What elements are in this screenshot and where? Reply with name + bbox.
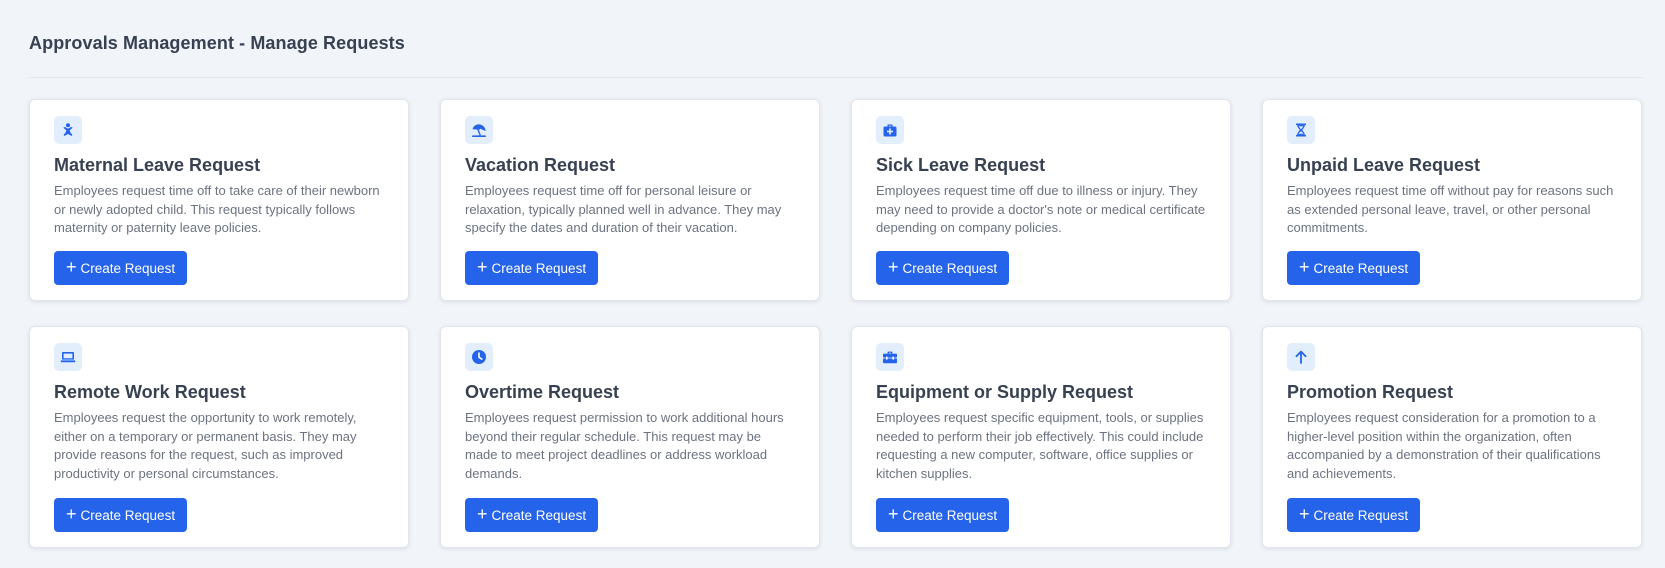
baby-icon bbox=[54, 116, 82, 144]
card-description: Employees request consideration for a pr… bbox=[1287, 410, 1601, 481]
button-label: Create Request bbox=[80, 507, 176, 523]
request-card-maternal-leave: Maternal Leave Request Employees request… bbox=[29, 99, 409, 301]
button-label: Create Request bbox=[902, 507, 998, 523]
card-title: Promotion Request bbox=[1287, 382, 1454, 402]
approvals-page: Approvals Management - Manage Requests M… bbox=[0, 0, 1665, 548]
card-title: Sick Leave Request bbox=[876, 155, 1046, 175]
hourglass-icon bbox=[1287, 116, 1315, 144]
create-request-button-overtime[interactable]: + Create Request bbox=[465, 498, 599, 532]
card-title: Unpaid Leave Request bbox=[1287, 155, 1481, 175]
plus-icon: + bbox=[1299, 504, 1310, 524]
plus-icon: + bbox=[1299, 257, 1310, 277]
card-description: Employees request the opportunity to wor… bbox=[54, 410, 357, 481]
plus-icon: + bbox=[888, 504, 899, 524]
request-card-equipment-supply: Equipment or Supply Request Employees re… bbox=[851, 326, 1231, 548]
create-request-button-remote-work[interactable]: + Create Request bbox=[54, 498, 188, 532]
laptop-icon bbox=[54, 343, 82, 371]
plus-icon: + bbox=[66, 257, 77, 277]
request-card-vacation: Vacation Request Employees request time … bbox=[440, 99, 820, 301]
request-card-unpaid-leave: Unpaid Leave Request Employees request t… bbox=[1262, 99, 1642, 301]
card-title: Vacation Request bbox=[465, 155, 616, 175]
page-title: Approvals Management - Manage Requests bbox=[29, 33, 405, 53]
create-request-button-equipment-supply[interactable]: + Create Request bbox=[876, 498, 1010, 532]
card-description: Employees request specific equipment, to… bbox=[876, 410, 1204, 481]
card-title: Remote Work Request bbox=[54, 382, 246, 402]
plus-icon: + bbox=[477, 504, 488, 524]
card-title: Maternal Leave Request bbox=[54, 155, 261, 175]
button-label: Create Request bbox=[1313, 260, 1409, 276]
button-label: Create Request bbox=[1313, 507, 1409, 523]
card-description: Employees request time off without pay f… bbox=[1287, 183, 1614, 235]
button-label: Create Request bbox=[902, 260, 998, 276]
button-label: Create Request bbox=[491, 260, 587, 276]
create-request-button-promotion[interactable]: + Create Request bbox=[1287, 498, 1421, 532]
card-description: Employees request permission to work add… bbox=[465, 410, 784, 481]
card-description: Employees request time off for personal … bbox=[465, 183, 782, 235]
button-label: Create Request bbox=[491, 507, 587, 523]
arrow-up-icon bbox=[1287, 343, 1315, 371]
request-card-grid: Maternal Leave Request Employees request… bbox=[29, 99, 1643, 548]
request-card-promotion: Promotion Request Employees request cons… bbox=[1262, 326, 1642, 548]
card-description: Employees request time off due to illnes… bbox=[876, 183, 1206, 235]
card-title: Equipment or Supply Request bbox=[876, 382, 1134, 402]
plus-icon: + bbox=[477, 257, 488, 277]
toolbox-icon bbox=[876, 343, 904, 371]
create-request-button-maternal-leave[interactable]: + Create Request bbox=[54, 251, 188, 285]
card-title: Overtime Request bbox=[465, 382, 620, 402]
request-card-sick-leave: Sick Leave Request Employees request tim… bbox=[851, 99, 1231, 301]
create-request-button-vacation[interactable]: + Create Request bbox=[465, 251, 599, 285]
card-description: Employees request time off to take care … bbox=[54, 183, 380, 235]
request-card-overtime: Overtime Request Employees request permi… bbox=[440, 326, 820, 548]
button-label: Create Request bbox=[80, 260, 176, 276]
create-request-button-sick-leave[interactable]: + Create Request bbox=[876, 251, 1010, 285]
plus-icon: + bbox=[66, 504, 77, 524]
plus-icon: + bbox=[888, 257, 899, 277]
create-request-button-unpaid-leave[interactable]: + Create Request bbox=[1287, 251, 1421, 285]
beach-umbrella-icon bbox=[465, 116, 493, 144]
clock-icon bbox=[465, 343, 493, 371]
page-header: Approvals Management - Manage Requests bbox=[29, 30, 1643, 78]
request-card-remote-work: Remote Work Request Employees request th… bbox=[29, 326, 409, 548]
medical-kit-icon bbox=[876, 116, 904, 144]
